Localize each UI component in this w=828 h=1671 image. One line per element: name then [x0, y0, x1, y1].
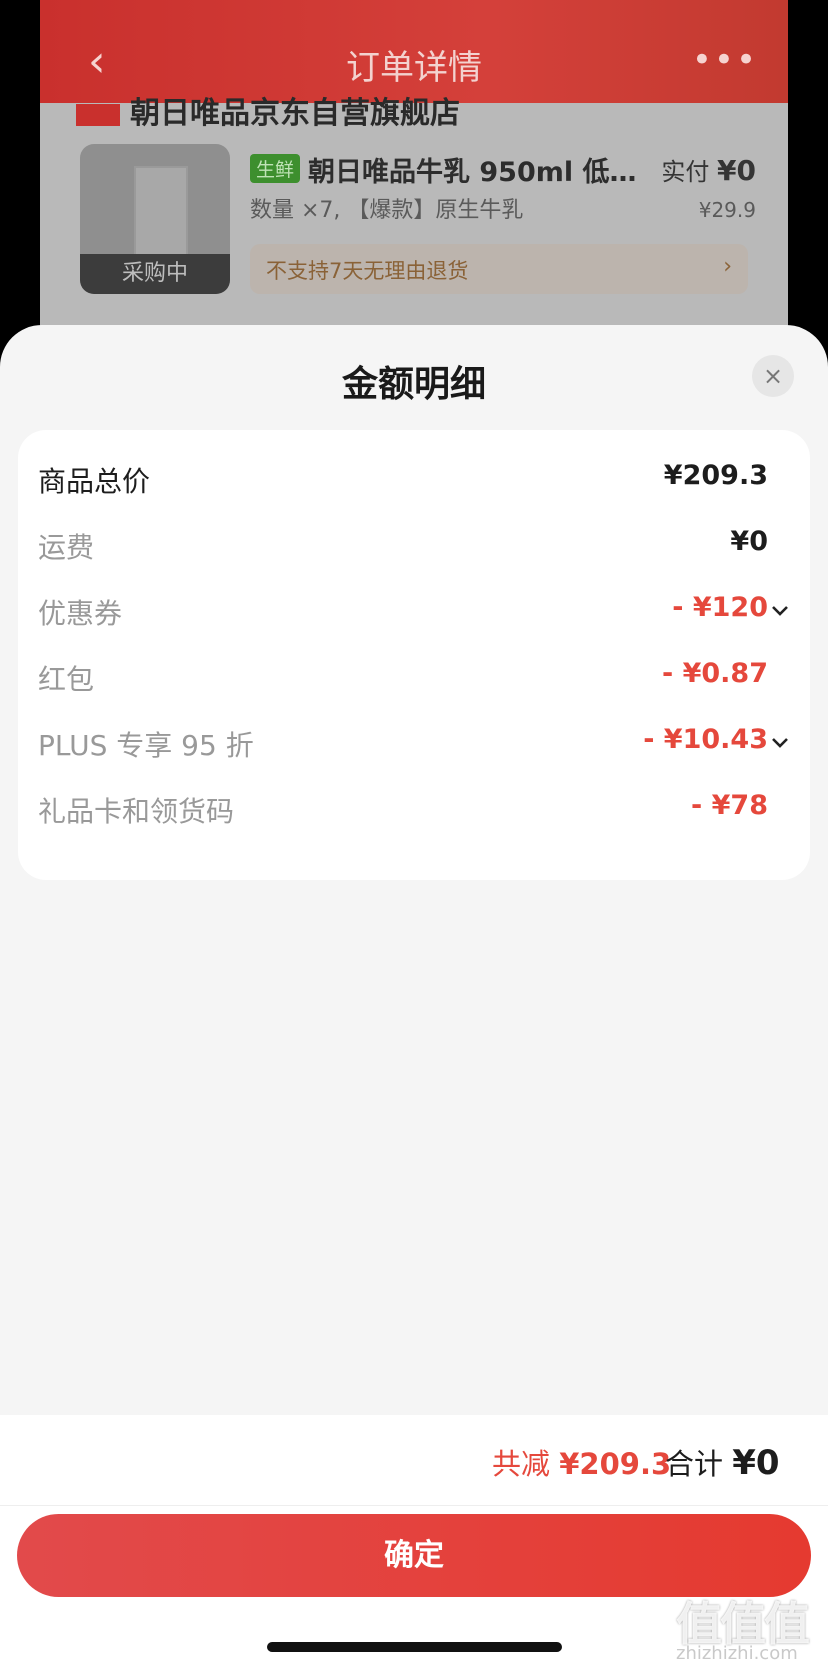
total-sum: 合计 ¥0: [665, 1441, 780, 1483]
product-thumbnail[interactable]: 采购中: [80, 144, 230, 294]
amount-row-goods-total: 商品总价 ¥209.3: [18, 460, 810, 500]
store-name[interactable]: 朝日唯品京东自营旗舰店: [76, 88, 460, 132]
return-policy-banner[interactable]: 不支持7天无理由退货 ›: [250, 244, 748, 294]
store-badge-icon: [76, 103, 120, 126]
paid-label: 实付: [661, 158, 710, 186]
total-reduction: 共减 ¥209.3: [492, 1441, 671, 1483]
paid-amount: 实付 ¥0: [661, 152, 756, 187]
amount-row-red-packet: 红包 - ¥0.87: [18, 658, 810, 698]
row-label: 运费: [38, 531, 95, 564]
product-quantity: 数量 ×7, 【爆款】原生牛乳: [250, 198, 524, 223]
amount-row-plus-discount[interactable]: PLUS 专享 95 折 - ¥10.43: [18, 724, 810, 764]
total-sum-value: ¥0: [732, 1443, 780, 1483]
home-indicator[interactable]: [267, 1642, 562, 1652]
row-value: - ¥120: [672, 592, 768, 623]
unit-price: ¥29.9: [698, 198, 756, 222]
close-icon[interactable]: ×: [752, 355, 794, 397]
store-name-label: 朝日唯品京东自营旗舰店: [130, 96, 460, 131]
row-label: 礼品卡和领货码: [38, 795, 235, 828]
sheet-title: 金额明细: [341, 364, 486, 405]
chevron-right-icon: ›: [723, 254, 732, 279]
product-status: 采购中: [80, 254, 230, 294]
row-value: ¥209.3: [663, 460, 768, 491]
total-reduction-value: ¥209.3: [559, 1447, 672, 1481]
row-label: 优惠券: [38, 597, 123, 630]
amount-detail-sheet: 金额明细 × 商品总价 ¥209.3 运费 ¥0 优惠券 - ¥120 红包 -…: [0, 325, 828, 1671]
row-value: - ¥78: [691, 790, 768, 821]
amount-breakdown-card: 商品总价 ¥209.3 运费 ¥0 优惠券 - ¥120 红包 - ¥0.87 …: [18, 430, 810, 880]
row-value: ¥0: [730, 526, 768, 557]
row-value: - ¥0.87: [661, 658, 768, 689]
more-icon[interactable]: •••: [692, 40, 758, 80]
divider: [0, 1505, 828, 1506]
amount-row-shipping: 运费 ¥0: [18, 526, 810, 566]
chevron-down-icon[interactable]: [768, 598, 792, 622]
amount-row-coupon[interactable]: 优惠券 - ¥120: [18, 592, 810, 632]
product-name[interactable]: 朝日唯品牛乳 950ml 低…: [308, 150, 637, 189]
total-sum-label: 合计: [665, 1447, 724, 1481]
page-title: 订单详情: [346, 48, 482, 88]
watermark-url: zhizhizhi.com: [676, 1643, 798, 1664]
row-label: PLUS 专享 95 折: [38, 729, 254, 762]
row-value: - ¥10.43: [643, 724, 768, 755]
confirm-button[interactable]: 确定: [17, 1514, 811, 1597]
amount-row-gift-card: 礼品卡和领货码 - ¥78: [18, 790, 810, 830]
paid-value: ¥0: [717, 154, 756, 187]
row-label: 商品总价: [38, 465, 151, 498]
chevron-down-icon[interactable]: [768, 730, 792, 754]
total-reduction-label: 共减: [492, 1447, 551, 1481]
row-label: 红包: [38, 663, 95, 696]
fresh-tag: 生鲜: [250, 154, 301, 183]
return-policy-text: 不支持7天无理由退货: [266, 259, 469, 283]
